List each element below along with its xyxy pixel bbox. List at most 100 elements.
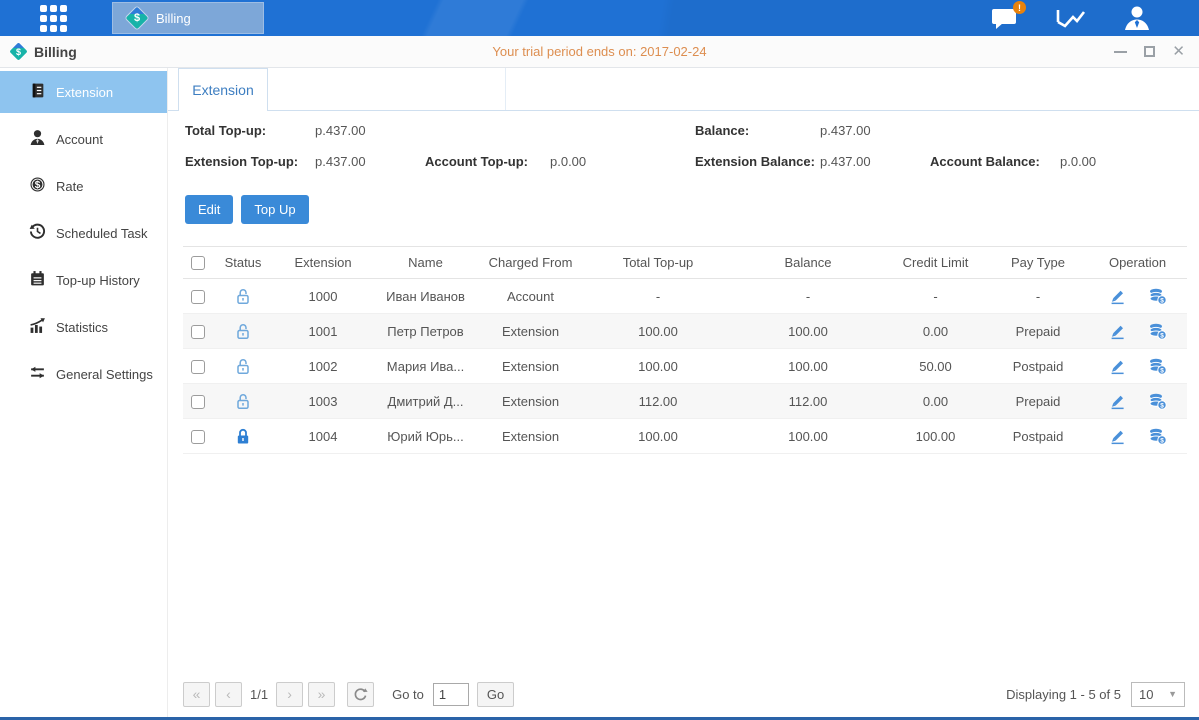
edit-button[interactable]: Edit xyxy=(185,195,233,224)
page-size-value: 10 xyxy=(1139,687,1153,702)
balance-label: Balance: xyxy=(695,123,749,138)
svg-text:$: $ xyxy=(1160,297,1164,304)
app-grid-icon[interactable] xyxy=(38,3,68,33)
table-row: 1004Юрий Юрь...Extension100.00100.00100.… xyxy=(183,419,1187,454)
prev-page-button[interactable]: ‹ xyxy=(215,682,242,707)
topup-icon[interactable]: $ xyxy=(1148,393,1167,410)
extension-topup-value: p.437.00 xyxy=(315,154,366,169)
sidebar-item-statistics[interactable]: Statistics xyxy=(0,306,167,348)
row-checkbox[interactable] xyxy=(191,395,205,409)
topup-icon[interactable]: $ xyxy=(1148,288,1167,305)
refresh-icon[interactable] xyxy=(347,682,374,707)
cell-name: Дмитрий Д... xyxy=(373,384,478,419)
col-total-topup: Total Top-up xyxy=(583,247,733,279)
go-button[interactable]: Go xyxy=(477,682,514,707)
topbar-tab-billing[interactable]: $ Billing xyxy=(112,2,264,34)
sidebar-item-account[interactable]: Account xyxy=(0,118,167,160)
row-checkbox[interactable] xyxy=(191,290,205,304)
tab-extension[interactable]: Extension xyxy=(178,68,268,111)
extension-balance-value: p.437.00 xyxy=(820,154,871,169)
account-topup-label: Account Top-up: xyxy=(425,154,528,169)
first-page-button[interactable]: « xyxy=(183,682,210,707)
sidebar-item-label: Extension xyxy=(56,85,113,100)
topup-history-icon xyxy=(29,270,46,290)
sidebar-item-rate[interactable]: $Rate xyxy=(0,165,167,207)
messages-icon[interactable]: ! xyxy=(991,6,1019,30)
maximize-icon[interactable] xyxy=(1144,46,1155,57)
cell-extension: 1004 xyxy=(273,419,373,454)
cell-name: Петр Петров xyxy=(373,314,478,349)
reports-chart-icon[interactable] xyxy=(1055,6,1087,30)
cell-total-topup: 100.00 xyxy=(583,314,733,349)
balance-value: p.437.00 xyxy=(820,123,871,138)
notification-badge: ! xyxy=(1013,1,1026,14)
cell-balance: 100.00 xyxy=(733,314,883,349)
row-checkbox[interactable] xyxy=(191,360,205,374)
cell-total-topup: 112.00 xyxy=(583,384,733,419)
scheduled-task-icon xyxy=(29,223,46,243)
lock-open-icon xyxy=(235,288,251,305)
account-balance-value: p.0.00 xyxy=(1060,154,1096,169)
sidebar-item-label: Top-up History xyxy=(56,273,140,288)
cell-extension: 1001 xyxy=(273,314,373,349)
window-title-bar: $ Billing Your trial period ends on: 201… xyxy=(0,36,1199,68)
last-page-button[interactable]: » xyxy=(308,682,335,707)
cell-balance: 112.00 xyxy=(733,384,883,419)
cell-balance: - xyxy=(733,279,883,314)
cell-pay-type: Postpaid xyxy=(988,349,1088,384)
user-account-icon[interactable] xyxy=(1123,5,1151,31)
total-topup-label: Total Top-up: xyxy=(185,123,266,138)
edit-icon[interactable] xyxy=(1109,358,1126,375)
sidebar-item-label: Rate xyxy=(56,179,83,194)
window-title: $ Billing xyxy=(10,43,77,60)
cell-charged-from: Extension xyxy=(478,314,583,349)
tab-divider xyxy=(505,68,506,110)
cell-extension: 1003 xyxy=(273,384,373,419)
cell-credit-limit: - xyxy=(883,279,988,314)
close-icon[interactable]: ✕ xyxy=(1172,47,1185,57)
page-size-select[interactable]: 10 ▼ xyxy=(1131,682,1185,707)
sidebar: Extension Account $Rate Scheduled Task Top-u… xyxy=(0,68,168,717)
cell-balance: 100.00 xyxy=(733,419,883,454)
select-all-checkbox[interactable] xyxy=(191,256,205,270)
extension-balance-label: Extension Balance: xyxy=(695,154,815,169)
cell-credit-limit: 0.00 xyxy=(883,314,988,349)
lock-closed-icon xyxy=(235,428,251,445)
edit-icon[interactable] xyxy=(1109,323,1126,340)
summary-panel: Total Top-up: p.437.00 Balance: p.437.00… xyxy=(168,111,1199,189)
svg-text:$: $ xyxy=(1160,437,1164,444)
minimize-icon[interactable] xyxy=(1114,51,1127,53)
billing-diamond-icon: $ xyxy=(10,43,27,60)
cell-pay-type: - xyxy=(988,279,1088,314)
cell-pay-type: Postpaid xyxy=(988,419,1088,454)
account-topup-value: p.0.00 xyxy=(550,154,586,169)
edit-icon[interactable] xyxy=(1109,288,1126,305)
extensions-table: Status Extension Name Charged From Total… xyxy=(183,246,1187,454)
lock-open-icon xyxy=(235,323,251,340)
billing-diamond-icon: $ xyxy=(127,8,147,28)
sidebar-item-top-up-history[interactable]: Top-up History xyxy=(0,259,167,301)
goto-label: Go to xyxy=(392,687,424,702)
edit-icon[interactable] xyxy=(1109,393,1126,410)
row-checkbox[interactable] xyxy=(191,430,205,444)
next-page-button[interactable]: › xyxy=(276,682,303,707)
sidebar-item-scheduled-task[interactable]: Scheduled Task xyxy=(0,212,167,254)
topup-icon[interactable]: $ xyxy=(1148,358,1167,375)
sidebar-item-extension[interactable]: Extension xyxy=(0,71,167,113)
topup-icon[interactable]: $ xyxy=(1148,323,1167,340)
table-row: 1003Дмитрий Д...Extension112.00112.000.0… xyxy=(183,384,1187,419)
svg-text:$: $ xyxy=(1160,367,1164,374)
topup-icon[interactable]: $ xyxy=(1148,428,1167,445)
row-checkbox[interactable] xyxy=(191,325,205,339)
edit-icon[interactable] xyxy=(1109,428,1126,445)
statistics-icon xyxy=(29,317,46,337)
cell-name: Юрий Юрь... xyxy=(373,419,478,454)
sidebar-item-label: Scheduled Task xyxy=(56,226,148,241)
goto-page-input[interactable] xyxy=(433,683,469,706)
sidebar-item-general-settings[interactable]: General Settings xyxy=(0,353,167,395)
sidebar-item-label: Statistics xyxy=(56,320,108,335)
top-up-button[interactable]: Top Up xyxy=(241,195,308,224)
cell-charged-from: Extension xyxy=(478,349,583,384)
lock-open-icon xyxy=(235,358,251,375)
col-status: Status xyxy=(213,247,273,279)
